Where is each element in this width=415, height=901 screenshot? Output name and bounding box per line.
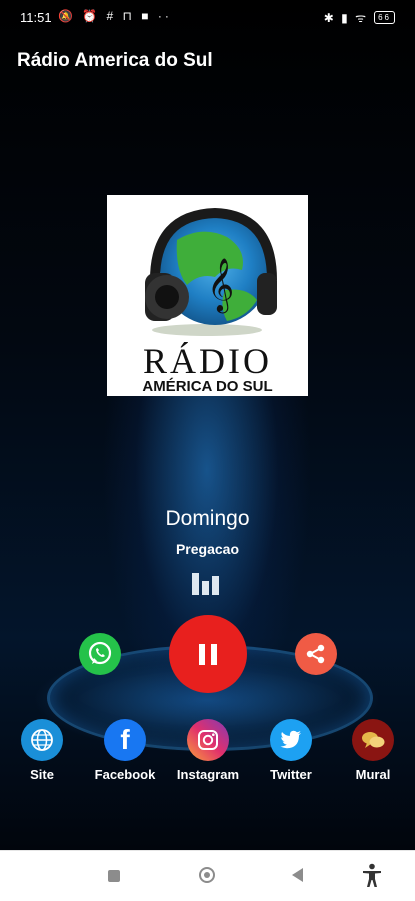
recents-icon[interactable]: [108, 870, 120, 882]
play-pause-button[interactable]: [169, 615, 247, 693]
logo-text-radio: RÁDIO: [143, 341, 272, 381]
equalizer-icon: [192, 568, 222, 595]
track-subtitle: Pregacao: [175, 541, 240, 557]
twitter-label: Twitter: [270, 767, 312, 782]
facebook-icon: f: [104, 719, 146, 761]
facebook-link[interactable]: f Facebook: [83, 719, 167, 782]
accessibility-icon[interactable]: [360, 863, 384, 889]
share-icon: [306, 644, 325, 664]
headphones-globe-icon: 𝄞: [145, 207, 277, 336]
station-logo: 𝄞 RÁDIO AMÉRICA DO SUL: [107, 195, 308, 396]
status-time: 11:51: [20, 10, 52, 25]
share-button[interactable]: [295, 633, 337, 675]
site-link[interactable]: Site: [0, 719, 84, 782]
signal-wifi-icon: ✱ ▮ ᯤ: [323, 11, 369, 25]
instagram-label: Instagram: [176, 767, 240, 782]
site-label: Site: [30, 767, 54, 782]
status-bar: 11:51 🔕 ⏰ # ⊓ ■ ·· ✱ ▮ ᯤ 66: [0, 0, 415, 34]
globe-icon: [21, 719, 63, 761]
app-title: Rádio America do Sul: [17, 50, 213, 71]
track-title: Domingo: [165, 507, 250, 530]
system-icons: ✱ ▮ ᯤ 66: [324, 9, 395, 26]
svg-text:𝄞: 𝄞: [207, 257, 234, 313]
home-icon[interactable]: [199, 867, 215, 883]
logo-text-subtitle: AMÉRICA DO SUL: [142, 378, 273, 395]
instagram-icon: [187, 719, 229, 761]
mural-link[interactable]: Mural: [331, 719, 415, 782]
twitter-link[interactable]: Twitter: [249, 719, 333, 782]
notification-icons: 🔕 ⏰ # ⊓ ■ ··: [58, 9, 172, 23]
system-nav-bar: [0, 850, 415, 901]
chat-bubbles-icon: [352, 719, 394, 761]
whatsapp-icon: [88, 641, 112, 665]
mural-label: Mural: [355, 767, 391, 782]
facebook-label: Facebook: [94, 767, 156, 782]
battery-icon: 66: [374, 11, 395, 24]
app-screen: 11:51 🔕 ⏰ # ⊓ ■ ·· ✱ ▮ ᯤ 66 Rádio Americ…: [0, 0, 415, 850]
pause-icon: [199, 643, 217, 665]
twitter-icon: [270, 719, 312, 761]
whatsapp-button[interactable]: [79, 633, 121, 675]
instagram-link[interactable]: Instagram: [166, 719, 250, 782]
back-icon[interactable]: [292, 868, 303, 882]
